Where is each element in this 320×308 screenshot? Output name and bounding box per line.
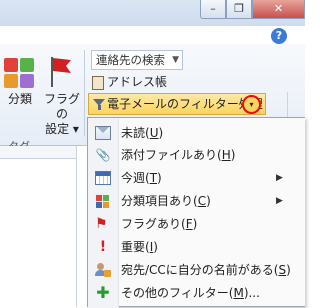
follow-up-button[interactable]: フラグの 設定 ▾	[42, 92, 82, 137]
menu-item-has-attachments[interactable]: 📎 添付ファイルあり(H)	[88, 144, 306, 166]
filter-email-label: 電子メールのフィルター処理	[107, 97, 263, 111]
menu-item-flagged[interactable]: ⚑ フラグあり(F)	[88, 213, 306, 235]
calendar-icon	[95, 171, 111, 185]
categorize-button[interactable]: 分類	[5, 92, 35, 107]
flag-icon: ⚑	[95, 216, 108, 232]
group-separator	[84, 50, 85, 136]
menu-item-unread[interactable]: 未読(U)	[88, 122, 306, 144]
menu-item-categorized[interactable]: 分類項目あり(C) ▶	[88, 190, 306, 212]
address-book-button[interactable]: アドレス帳	[92, 73, 167, 91]
menu-item-more-filters[interactable]: ✚ その他のフィルター(M)...	[88, 282, 306, 304]
follow-up-label-line2: 設定 ▾	[45, 122, 79, 136]
menu-item-label: 分類項目あり(C)	[121, 194, 211, 208]
window-titlebar: – ❐ ✕	[0, 0, 305, 26]
chevron-down-icon: ▼	[172, 55, 179, 65]
search-contacts-input[interactable]: 連絡先の検索 ▼	[91, 50, 183, 70]
filter-email-dropdown-menu: 未読(U) 📎 添付ファイルあり(H) 今週(T) ▶ 分類項目あり(C) ▶ …	[87, 117, 306, 308]
folder-pane	[0, 146, 77, 307]
categories-icon	[95, 194, 111, 208]
menu-item-important[interactable]: ! 重要(I)	[88, 236, 306, 258]
restore-button[interactable]: ❐	[226, 0, 252, 19]
menu-item-label: その他のフィルター(M)...	[121, 286, 260, 300]
folder-pane-header	[0, 146, 76, 159]
menu-item-label: 添付ファイルあり(H)	[121, 148, 236, 162]
person-icon	[95, 263, 111, 277]
address-book-icon	[92, 75, 104, 90]
plus-icon: ✚	[96, 283, 110, 302]
menu-item-label: 宛先/CCに自分の名前がある(S)	[121, 263, 291, 277]
chevron-down-icon: ▾	[249, 100, 254, 109]
follow-up-label-line1: フラグの	[43, 92, 80, 121]
menu-item-label: 重要(I)	[121, 240, 158, 254]
paperclip-icon: 📎	[95, 148, 111, 162]
envelope-icon	[95, 126, 111, 140]
categorize-icon	[4, 58, 34, 88]
filter-dropdown-arrow-highlighted[interactable]: ▾	[242, 95, 261, 114]
high-importance-icon: !	[99, 239, 107, 255]
address-book-label: アドレス帳	[107, 75, 168, 89]
help-icon[interactable]: ?	[271, 28, 287, 44]
close-button[interactable]: ✕	[252, 0, 305, 19]
filter-email-button[interactable]: 電子メールのフィルター処理	[88, 93, 266, 115]
menu-item-label: 今週(T)	[121, 171, 162, 185]
menu-item-sent-to-me[interactable]: 宛先/CCに自分の名前がある(S)	[88, 259, 306, 281]
menu-item-label: 未読(U)	[121, 126, 164, 140]
flag-large-icon	[51, 57, 71, 87]
minimize-button[interactable]: –	[200, 0, 226, 19]
submenu-arrow-icon: ▶	[276, 173, 283, 183]
menu-item-this-week[interactable]: 今週(T) ▶	[88, 167, 306, 189]
search-contacts-text: 連絡先の検索	[96, 53, 165, 67]
menu-item-label: フラグあり(F)	[121, 217, 198, 231]
categorize-label: 分類	[7, 92, 32, 106]
submenu-arrow-icon: ▶	[276, 196, 283, 206]
